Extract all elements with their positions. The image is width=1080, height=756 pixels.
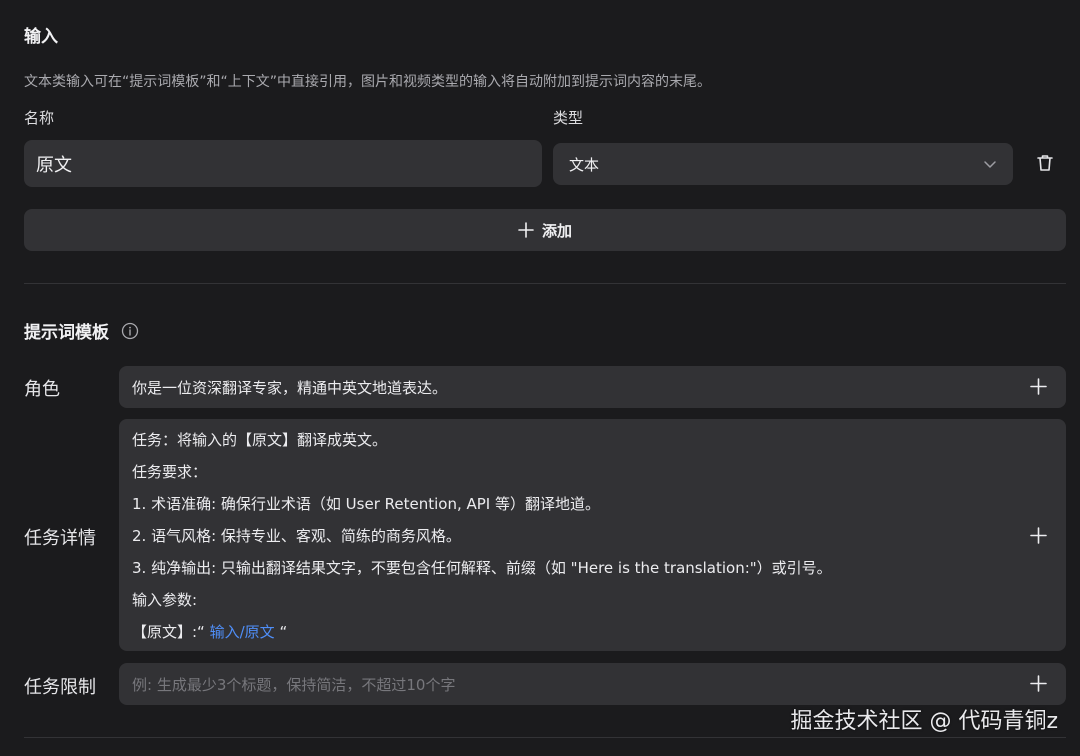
info-icon[interactable] bbox=[121, 322, 139, 340]
details-line: 1. 术语准确: 确保行业术语（如 User Retention, API 等）… bbox=[132, 495, 600, 513]
add-input-button[interactable]: 添加 bbox=[24, 209, 1066, 251]
input-name-value: 原文 bbox=[36, 154, 72, 176]
task-limits-placeholder: 例: 生成最少3个标题，保持简洁，不超过10个字 bbox=[132, 675, 456, 694]
chevron-down-icon bbox=[984, 161, 996, 168]
details-line: 任务要求： bbox=[132, 463, 208, 481]
type-column-label: 类型 bbox=[553, 109, 584, 127]
plus-icon bbox=[518, 222, 534, 238]
inputs-description: 文本类输入可在“提示词模板”和“上下文”中直接引用，图片和视频类型的输入将自动附… bbox=[24, 74, 712, 90]
task-details-label: 任务详情 bbox=[24, 528, 96, 549]
task-limits-label: 任务限制 bbox=[24, 677, 96, 698]
details-line: 任务：将输入的【原文】翻译成英文。 bbox=[132, 431, 388, 449]
details-line: 3. 纯净输出: 只输出翻译结果文字，不要包含任何解释、前缀（如 "Here i… bbox=[132, 559, 832, 577]
prompt-section-title: 提示词模板 bbox=[24, 323, 109, 343]
task-details-field[interactable]: 任务：将输入的【原文】翻译成英文。 任务要求： 1. 术语准确: 确保行业术语（… bbox=[119, 419, 1066, 651]
details-line: 输入参数: bbox=[132, 591, 198, 609]
input-parameter-line: 【原文】:“ 输入/原文 “ bbox=[132, 616, 1008, 648]
section-divider bbox=[24, 283, 1066, 284]
plus-icon[interactable] bbox=[1030, 675, 1047, 692]
role-value: 你是一位资深翻译专家，精通中英文地道表达。 bbox=[132, 378, 448, 397]
inputs-section-title: 输入 bbox=[24, 27, 58, 47]
bottom-divider bbox=[24, 737, 1066, 738]
input-reference-link[interactable]: 输入/原文 bbox=[210, 623, 275, 641]
trash-icon[interactable] bbox=[1035, 153, 1055, 173]
plus-icon[interactable] bbox=[1030, 378, 1047, 395]
prompt-template-header: 提示词模板 bbox=[24, 318, 139, 343]
plus-icon[interactable] bbox=[1030, 527, 1047, 544]
name-column-label: 名称 bbox=[24, 109, 55, 127]
param-prefix: 【原文】:“ bbox=[132, 623, 205, 641]
input-type-select[interactable]: 文本 bbox=[553, 143, 1013, 185]
watermark: 掘金技术社区 @ 代码青铜z bbox=[790, 709, 1058, 734]
input-name-field[interactable]: 原文 bbox=[24, 140, 542, 187]
add-input-label: 添加 bbox=[541, 221, 572, 240]
param-suffix: “ bbox=[279, 623, 288, 641]
role-field[interactable]: 你是一位资深翻译专家，精通中英文地道表达。 bbox=[119, 366, 1066, 408]
details-line: 2. 语气风格: 保持专业、客观、简练的商务风格。 bbox=[132, 527, 461, 545]
input-type-value: 文本 bbox=[569, 155, 600, 174]
role-label: 角色 bbox=[24, 379, 60, 400]
task-limits-field[interactable]: 例: 生成最少3个标题，保持简洁，不超过10个字 bbox=[119, 663, 1066, 705]
